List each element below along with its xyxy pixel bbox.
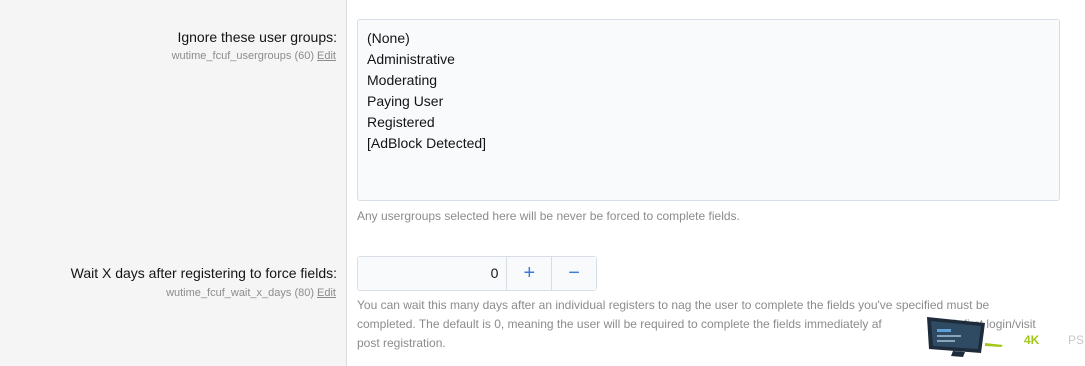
monitor-logo-icon [927,317,1003,357]
ignore-usergroups-hint: wutime_fcuf_usergroups (60) Edit [172,50,336,62]
wait-days-stepper[interactable]: 0 + − [357,256,597,291]
usergroup-option[interactable]: Paying User [367,91,1050,112]
usergroups-explain: Any usergroups selected here will be nev… [357,209,740,223]
option-id-text: wutime_fcuf_wait_x_days (80) [166,287,315,299]
watermark-text: 4K [1024,333,1040,347]
explain-text: completed. The default is 0, meaning the… [357,317,882,331]
decrement-button[interactable]: − [551,257,597,290]
usergroup-option[interactable]: Administrative [367,49,1050,70]
usergroup-option[interactable]: (None) [367,28,1050,49]
usergroup-option[interactable]: Moderating [367,70,1050,91]
wait-days-explain-1: You can wait this many days after an ind… [357,298,990,312]
option-id-text: wutime_fcuf_usergroups (60) [171,50,315,62]
wait-days-explain-3: post registration. [357,336,446,350]
wait-days-input[interactable]: 0 [358,257,508,290]
wait-days-label: Wait X days after registering to force f… [70,265,337,281]
usergroup-option[interactable]: [AdBlock Detected] [367,133,1050,154]
edit-option-link[interactable]: Edit [317,50,336,62]
usergroups-multiselect[interactable]: (None) Administrative Moderating Paying … [357,19,1060,201]
usergroup-option[interactable]: Registered [367,112,1050,133]
wait-days-hint: wutime_fcuf_wait_x_days (80) Edit [166,287,336,299]
ignore-usergroups-label: Ignore these user groups: [177,29,337,45]
increment-button[interactable]: + [507,257,552,290]
watermark-text-2: PS [1068,333,1085,347]
edit-option-link[interactable]: Edit [317,287,336,299]
